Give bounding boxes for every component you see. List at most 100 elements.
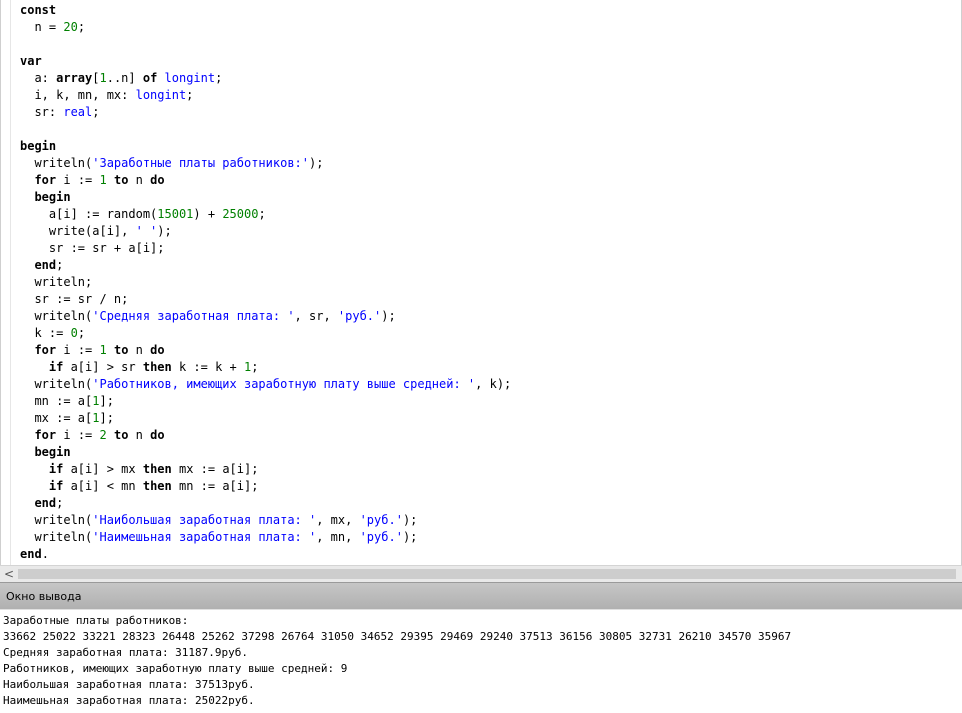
code-token: writeln( [20,377,93,391]
code-token: then [142,462,172,476]
code-token: 'руб.' [337,309,382,323]
code-token: 'Наибольшая заработная плата: ' [92,513,317,527]
code-editor[interactable]: const n = 20; var a: array[1..n] of long… [0,0,962,565]
code-line[interactable]: begin [20,138,511,155]
code-token: ; [251,360,259,374]
code-token: if [48,479,64,493]
code-line[interactable]: end; [20,257,511,274]
code-line[interactable]: for i := 2 to n do [20,427,511,444]
code-line[interactable]: end. [20,546,511,563]
code-line[interactable]: for i := 1 to n do [20,172,511,189]
code-line[interactable]: a[i] := random(15001) + 25000; [20,206,511,223]
code-line[interactable]: sr: real; [20,104,511,121]
code-token: 25000 [222,207,259,221]
editor-gutter [10,0,11,565]
code-token: 1 [99,173,107,187]
code-token: if [48,360,64,374]
code-token: a[i] > mx [63,462,143,476]
output-line: Заработные платы работников: [3,614,189,627]
code-token: a[i] < mn [63,479,143,493]
code-token: write(a[i], [20,224,136,238]
code-line[interactable] [20,36,511,53]
code-token: k := [20,326,71,340]
code-token: 1 [99,71,107,85]
code-token: const [20,3,57,17]
code-token: mx := a[i]; [171,462,259,476]
code-token: i := [56,428,100,442]
horizontal-scrollbar[interactable]: < [0,565,962,582]
output-line: Средняя заработная плата: 31187.9руб. [3,646,249,659]
output-panel-title: Окно вывода [6,590,82,603]
code-line[interactable]: write(a[i], ' '); [20,223,511,240]
code-token: , sr, [294,309,338,323]
code-line[interactable]: if a[i] > mx then mx := a[i]; [20,461,511,478]
code-token: end [34,258,57,272]
code-token: begin [34,190,71,204]
code-line[interactable]: if a[i] > sr then k := k + 1; [20,359,511,376]
code-token: for [34,343,57,357]
code-token: real [63,105,93,119]
code-token: longint [164,71,216,85]
code-line[interactable]: writeln('Заработные платы работников:'); [20,155,511,172]
code-line[interactable]: a: array[1..n] of longint; [20,70,511,87]
code-token: 'Наимешьная заработная плата: ' [92,530,317,544]
code-line[interactable] [20,121,511,138]
code-line[interactable]: writeln('Наибольшая заработная плата: ',… [20,512,511,529]
code-token: ; [77,326,86,340]
code-line[interactable]: if a[i] < mn then mn := a[i]; [20,478,511,495]
code-line[interactable]: const [20,2,511,19]
code-line[interactable]: writeln('Работников, имеющих заработную … [20,376,511,393]
code-token: . [41,547,49,561]
output-window[interactable]: Заработные платы работников: 33662 25022 … [0,609,962,713]
code-line[interactable]: k := 0; [20,325,511,342]
code-token: a[i] := random( [20,207,158,221]
code-token: writeln( [20,309,93,323]
code-token: ; [258,207,266,221]
code-line[interactable]: var [20,53,511,70]
code-token: n [128,343,151,357]
code-line[interactable]: sr := sr + a[i]; [20,240,511,257]
scrollbar-thumb[interactable] [18,569,956,579]
code-token: end [34,496,57,510]
code-token: mn := a[i]; [171,479,259,493]
code-token: for [34,173,57,187]
code-line[interactable]: sr := sr / n; [20,291,511,308]
code-token: 20 [63,20,78,34]
code-line[interactable]: i, k, mn, mx: longint; [20,87,511,104]
code-token: ); [381,309,396,323]
code-token: array [56,71,93,85]
code-line[interactable]: writeln('Средняя заработная плата: ', sr… [20,308,511,325]
code-line[interactable]: mx := a[1]; [20,410,511,427]
code-line[interactable]: for i := 1 to n do [20,342,511,359]
code-area[interactable]: const n = 20; var a: array[1..n] of long… [20,2,511,563]
code-token: begin [20,139,57,153]
code-token: 'руб.' [359,513,403,527]
code-token: ; [77,20,86,34]
code-token: do [150,343,165,357]
code-line[interactable]: end; [20,495,511,512]
code-line[interactable]: writeln; [20,274,511,291]
code-token: 'Работников, имеющих заработную плату вы… [92,377,476,391]
code-line[interactable]: begin [20,189,511,206]
code-line[interactable]: writeln('Наимешьная заработная плата: ',… [20,529,511,546]
scroll-left-arrow-icon[interactable]: < [2,566,16,582]
code-token: longint [135,88,187,102]
code-token: mn := a[ [20,394,93,408]
code-line[interactable]: begin [20,444,511,461]
code-line[interactable]: n = 20; [20,19,511,36]
output-line: Наимешьная заработная плата: 25022руб. [3,694,255,707]
code-token: for [34,428,57,442]
code-token: 'руб.' [359,530,403,544]
code-token: , mn, [316,530,360,544]
code-token: i := [56,343,100,357]
code-token: a: [20,71,57,85]
code-line[interactable]: mn := a[1]; [20,393,511,410]
code-token: of [142,71,158,85]
